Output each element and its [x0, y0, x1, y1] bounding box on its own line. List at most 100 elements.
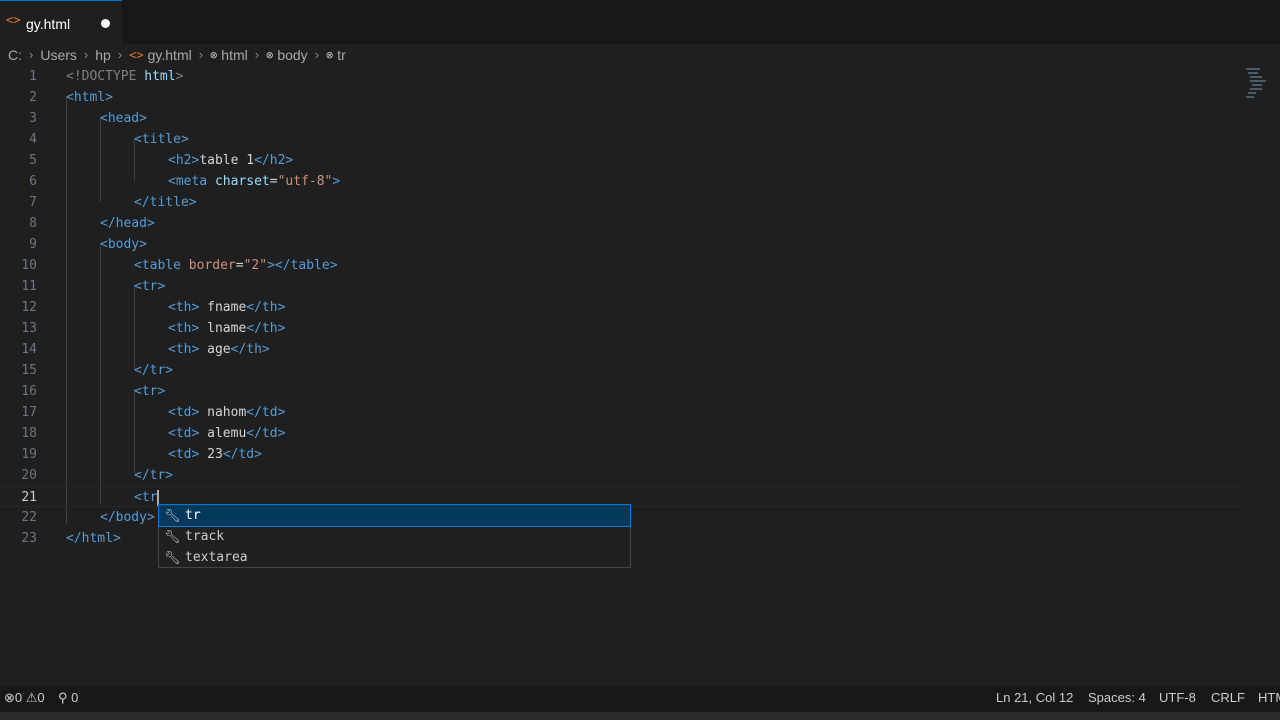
error-count: 0: [14, 690, 23, 705]
indentation-setting[interactable]: Spaces: 4: [1088, 690, 1146, 705]
minimap[interactable]: [1244, 66, 1266, 100]
token: <title>: [134, 132, 189, 147]
token: <tr: [134, 490, 158, 505]
symbol-element-icon: ⊗: [210, 47, 218, 62]
code-line: 5 <h2>table 1</h2>: [0, 150, 1240, 171]
eol-setting[interactable]: CRLF: [1211, 690, 1245, 705]
line-number: 13: [21, 321, 37, 336]
token: lname: [199, 321, 247, 336]
code-line: 7 </title>: [0, 192, 1240, 213]
code-line: 6 <meta charset="utf-8">: [0, 171, 1240, 192]
breadcrumb-hp[interactable]: hp: [95, 44, 111, 66]
line-number: 23: [21, 531, 37, 546]
token: <table: [134, 258, 181, 273]
warning-count: 0: [37, 690, 45, 705]
code-line: 18 <td> alemu</td>: [0, 423, 1240, 444]
token: <th>: [168, 342, 200, 357]
code-line: 10 <table border="2"></table>: [0, 255, 1240, 276]
suggestion-label: textarea: [185, 550, 248, 565]
line-number: 18: [21, 426, 37, 441]
language-mode[interactable]: HTM: [1258, 690, 1280, 705]
line-number: 19: [21, 447, 37, 462]
breadcrumb: C: › Users › hp › <> gy.html › ⊗ html › ⊗ body › ⊗ tr: [8, 44, 1278, 66]
breadcrumb-html[interactable]: html: [221, 44, 247, 66]
line-number: 9: [29, 237, 37, 252]
line-number: 12: [21, 300, 37, 315]
token: <html>: [66, 90, 113, 105]
code-editor[interactable]: 1 <!DOCTYPE html> 2 <html> 3 <head> 4 <title…: [0, 66, 1280, 686]
line-number: 17: [21, 405, 37, 420]
token: "2": [243, 258, 268, 273]
line-number: 8: [29, 216, 37, 231]
breadcrumb-drive[interactable]: C:: [8, 44, 22, 66]
token: </td>: [222, 447, 262, 462]
code-line: 15 </tr>: [0, 360, 1240, 381]
error-icon: ⊗: [4, 690, 15, 705]
line-number: 22: [21, 510, 37, 525]
cursor-position[interactable]: Ln 21, Col 12: [996, 690, 1073, 705]
taskbar: [0, 712, 1280, 720]
tab-gy-html[interactable]: <> gy.html: [0, 0, 122, 44]
suggestion-track[interactable]: 🔧︎ track: [159, 526, 630, 547]
code-line: 20 </tr>: [0, 465, 1240, 486]
breadcrumb-file[interactable]: gy.html: [148, 44, 192, 66]
symbol-element-icon: ⊗: [326, 47, 334, 62]
token: </tr>: [134, 363, 174, 378]
breadcrumb-tr[interactable]: tr: [337, 44, 346, 66]
suggestion-tr[interactable]: 🔧︎ tr: [158, 504, 631, 527]
suggestion-textarea[interactable]: 🔧︎ textarea: [159, 547, 630, 568]
token: </td>: [246, 426, 286, 441]
token: </table>: [274, 258, 338, 273]
token: border: [188, 258, 236, 273]
chevron-right-icon: ›: [314, 46, 320, 62]
ports-count: 0: [71, 690, 79, 705]
symbol-element-icon: ⊗: [266, 47, 274, 62]
wrench-icon: 🔧︎: [164, 508, 181, 523]
status-bar: ⊗0 ⚠0 ⚲ 0 Ln 21, Col 12 Spaces: 4 UTF-8 …: [0, 686, 1280, 712]
wrench-icon: 🔧︎: [164, 529, 181, 544]
line-number: 10: [21, 258, 37, 273]
breadcrumb-users[interactable]: Users: [40, 44, 77, 66]
token: 23: [199, 447, 223, 462]
line-number: 4: [29, 132, 37, 147]
line-number: 2: [29, 90, 37, 105]
token: <th>: [168, 321, 200, 336]
code-line: 11 <tr>: [0, 276, 1240, 297]
chevron-right-icon: ›: [198, 46, 204, 62]
token: <h2>: [168, 153, 200, 168]
token: </th>: [246, 300, 286, 315]
radio-tower-icon: ⚲: [58, 690, 68, 705]
code-line: 14 <th> age</th>: [0, 339, 1240, 360]
line-number: 14: [21, 342, 37, 357]
token: </body>: [100, 510, 155, 525]
token: html: [144, 69, 176, 84]
token: "utf-8": [277, 174, 333, 189]
warning-icon: ⚠: [25, 690, 38, 705]
code-line: 9 <body>: [0, 234, 1240, 255]
token: </html>: [66, 531, 121, 546]
breadcrumb-body[interactable]: body: [277, 44, 307, 66]
code-line: 1 <!DOCTYPE html>: [0, 66, 1240, 87]
wrench-icon: 🔧︎: [164, 550, 181, 565]
unsaved-dot-icon[interactable]: [101, 19, 110, 28]
token: charset: [214, 174, 270, 189]
line-number: 7: [29, 195, 37, 210]
chevron-right-icon: ›: [254, 46, 260, 62]
token: </h2>: [254, 153, 294, 168]
tab-bar: <> gy.html: [0, 0, 1280, 44]
encoding-setting[interactable]: UTF-8: [1159, 690, 1196, 705]
ports-indicator[interactable]: ⚲ 0: [58, 690, 78, 706]
html-file-icon: <>: [6, 13, 21, 27]
code-line: 8 </head>: [0, 213, 1240, 234]
suggestion-label: tr: [185, 508, 201, 523]
token: <tr>: [134, 384, 166, 399]
code-line: 2 <html>: [0, 87, 1240, 108]
token: <meta: [168, 174, 208, 189]
code-line: 3 <head>: [0, 108, 1240, 129]
code-line: 17 <td> nahom</td>: [0, 402, 1240, 423]
token: age: [199, 342, 231, 357]
problems-indicator[interactable]: ⊗0 ⚠0: [4, 690, 45, 706]
line-number: 5: [29, 153, 37, 168]
line-number: 1: [29, 69, 37, 84]
token: <tr>: [134, 279, 166, 294]
